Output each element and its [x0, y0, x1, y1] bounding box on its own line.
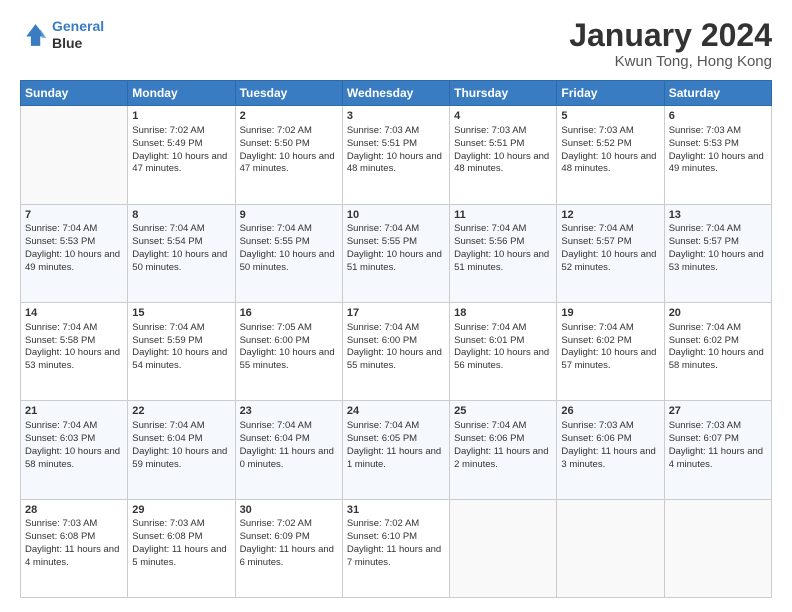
weekday-header: Sunday — [21, 81, 128, 106]
subtitle: Kwun Tong, Hong Kong — [569, 53, 772, 70]
calendar-table: SundayMondayTuesdayWednesdayThursdayFrid… — [20, 80, 772, 598]
logo: General Blue — [20, 18, 104, 52]
calendar-cell: 9Sunrise: 7:04 AMSunset: 5:55 PMDaylight… — [235, 204, 342, 302]
day-number: 19 — [561, 306, 659, 321]
calendar-cell: 3Sunrise: 7:03 AMSunset: 5:51 PMDaylight… — [342, 106, 449, 204]
calendar-cell: 14Sunrise: 7:04 AMSunset: 5:58 PMDayligh… — [21, 302, 128, 400]
day-number: 20 — [669, 306, 767, 321]
logo-line1: General — [52, 18, 104, 34]
day-number: 18 — [454, 306, 552, 321]
calendar-cell — [557, 499, 664, 597]
calendar-cell: 23Sunrise: 7:04 AMSunset: 6:04 PMDayligh… — [235, 401, 342, 499]
calendar-cell: 13Sunrise: 7:04 AMSunset: 5:57 PMDayligh… — [664, 204, 771, 302]
day-number: 9 — [240, 208, 338, 223]
calendar-cell: 1Sunrise: 7:02 AMSunset: 5:49 PMDaylight… — [128, 106, 235, 204]
calendar-cell: 20Sunrise: 7:04 AMSunset: 6:02 PMDayligh… — [664, 302, 771, 400]
calendar-cell: 18Sunrise: 7:04 AMSunset: 6:01 PMDayligh… — [450, 302, 557, 400]
day-number: 30 — [240, 503, 338, 518]
header: General Blue January 2024 Kwun Tong, Hon… — [20, 18, 772, 70]
calendar-cell: 10Sunrise: 7:04 AMSunset: 5:55 PMDayligh… — [342, 204, 449, 302]
day-number: 31 — [347, 503, 445, 518]
calendar-cell: 28Sunrise: 7:03 AMSunset: 6:08 PMDayligh… — [21, 499, 128, 597]
day-number: 13 — [669, 208, 767, 223]
day-number: 22 — [132, 404, 230, 419]
calendar-week-row: 7Sunrise: 7:04 AMSunset: 5:53 PMDaylight… — [21, 204, 772, 302]
day-number: 3 — [347, 109, 445, 124]
day-number: 15 — [132, 306, 230, 321]
weekday-header: Friday — [557, 81, 664, 106]
weekday-header: Tuesday — [235, 81, 342, 106]
calendar-cell: 22Sunrise: 7:04 AMSunset: 6:04 PMDayligh… — [128, 401, 235, 499]
calendar-cell: 2Sunrise: 7:02 AMSunset: 5:50 PMDaylight… — [235, 106, 342, 204]
logo-icon — [20, 21, 48, 49]
day-number: 4 — [454, 109, 552, 124]
calendar-cell: 8Sunrise: 7:04 AMSunset: 5:54 PMDaylight… — [128, 204, 235, 302]
logo-line2: Blue — [52, 35, 104, 52]
day-number: 28 — [25, 503, 123, 518]
day-number: 25 — [454, 404, 552, 419]
day-number: 11 — [454, 208, 552, 223]
calendar-cell: 30Sunrise: 7:02 AMSunset: 6:09 PMDayligh… — [235, 499, 342, 597]
day-number: 5 — [561, 109, 659, 124]
calendar-cell: 16Sunrise: 7:05 AMSunset: 6:00 PMDayligh… — [235, 302, 342, 400]
calendar-cell: 5Sunrise: 7:03 AMSunset: 5:52 PMDaylight… — [557, 106, 664, 204]
calendar-cell: 24Sunrise: 7:04 AMSunset: 6:05 PMDayligh… — [342, 401, 449, 499]
day-number: 24 — [347, 404, 445, 419]
day-number: 8 — [132, 208, 230, 223]
day-number: 29 — [132, 503, 230, 518]
weekday-header: Monday — [128, 81, 235, 106]
calendar-cell: 27Sunrise: 7:03 AMSunset: 6:07 PMDayligh… — [664, 401, 771, 499]
logo-text: General Blue — [52, 18, 104, 52]
weekday-header: Wednesday — [342, 81, 449, 106]
calendar-week-row: 28Sunrise: 7:03 AMSunset: 6:08 PMDayligh… — [21, 499, 772, 597]
calendar-week-row: 21Sunrise: 7:04 AMSunset: 6:03 PMDayligh… — [21, 401, 772, 499]
weekday-header: Thursday — [450, 81, 557, 106]
calendar-cell — [21, 106, 128, 204]
calendar-cell: 12Sunrise: 7:04 AMSunset: 5:57 PMDayligh… — [557, 204, 664, 302]
title-block: January 2024 Kwun Tong, Hong Kong — [569, 18, 772, 70]
day-number: 16 — [240, 306, 338, 321]
main-title: January 2024 — [569, 18, 772, 53]
calendar-header-row: SundayMondayTuesdayWednesdayThursdayFrid… — [21, 81, 772, 106]
calendar-cell: 19Sunrise: 7:04 AMSunset: 6:02 PMDayligh… — [557, 302, 664, 400]
day-number: 10 — [347, 208, 445, 223]
weekday-header: Saturday — [664, 81, 771, 106]
day-number: 2 — [240, 109, 338, 124]
calendar-cell: 6Sunrise: 7:03 AMSunset: 5:53 PMDaylight… — [664, 106, 771, 204]
page: General Blue January 2024 Kwun Tong, Hon… — [0, 0, 792, 612]
calendar-cell: 29Sunrise: 7:03 AMSunset: 6:08 PMDayligh… — [128, 499, 235, 597]
day-number: 14 — [25, 306, 123, 321]
calendar-cell: 11Sunrise: 7:04 AMSunset: 5:56 PMDayligh… — [450, 204, 557, 302]
calendar-cell: 15Sunrise: 7:04 AMSunset: 5:59 PMDayligh… — [128, 302, 235, 400]
day-number: 26 — [561, 404, 659, 419]
calendar-cell: 31Sunrise: 7:02 AMSunset: 6:10 PMDayligh… — [342, 499, 449, 597]
calendar-cell: 4Sunrise: 7:03 AMSunset: 5:51 PMDaylight… — [450, 106, 557, 204]
day-number: 7 — [25, 208, 123, 223]
calendar-cell — [450, 499, 557, 597]
day-number: 23 — [240, 404, 338, 419]
day-number: 17 — [347, 306, 445, 321]
day-number: 1 — [132, 109, 230, 124]
day-number: 12 — [561, 208, 659, 223]
calendar-week-row: 14Sunrise: 7:04 AMSunset: 5:58 PMDayligh… — [21, 302, 772, 400]
day-number: 6 — [669, 109, 767, 124]
calendar-cell: 7Sunrise: 7:04 AMSunset: 5:53 PMDaylight… — [21, 204, 128, 302]
calendar-week-row: 1Sunrise: 7:02 AMSunset: 5:49 PMDaylight… — [21, 106, 772, 204]
calendar-cell: 26Sunrise: 7:03 AMSunset: 6:06 PMDayligh… — [557, 401, 664, 499]
calendar-cell: 25Sunrise: 7:04 AMSunset: 6:06 PMDayligh… — [450, 401, 557, 499]
day-number: 27 — [669, 404, 767, 419]
calendar-cell: 21Sunrise: 7:04 AMSunset: 6:03 PMDayligh… — [21, 401, 128, 499]
calendar-cell: 17Sunrise: 7:04 AMSunset: 6:00 PMDayligh… — [342, 302, 449, 400]
calendar-cell — [664, 499, 771, 597]
day-number: 21 — [25, 404, 123, 419]
